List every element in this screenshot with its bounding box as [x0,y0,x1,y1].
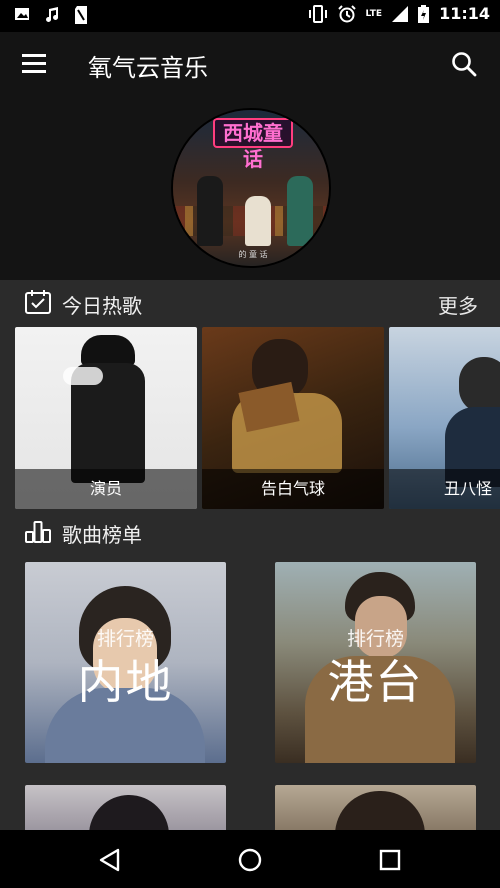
chart-name: 港台 [327,655,424,709]
hot-song-card[interactable]: 丑八怪（《 [389,327,500,509]
chart-card-mainland[interactable]: 排行榜 内地 [25,562,226,763]
hot-songs-title: 今日热歌 [62,294,142,318]
home-circle-icon[interactable] [236,846,264,874]
image-icon [15,8,29,20]
recents-square-icon[interactable] [376,846,404,874]
search-button[interactable] [450,50,478,78]
network-type: LTE [365,8,383,19]
navigation-bar [0,830,500,888]
now-playing-hero: 西城童话 的 童 话 [0,94,500,280]
portrait-figure [459,357,500,413]
status-bar: LTE 11:14 [0,0,500,32]
hamburger-menu-icon [22,54,48,73]
signal-icon [392,5,409,22]
search-icon [452,52,477,77]
hot-song-card[interactable]: 告白气球 [202,327,384,509]
sd-card-icon [75,6,87,24]
battery-icon [418,4,430,23]
status-left-icons [14,6,88,24]
hot-song-label: 丑八怪（《 [389,469,500,509]
album-neon-sign: 西城童话 [213,118,293,171]
hot-song-label: 演员 [15,469,197,509]
album-figure-left [197,176,223,246]
back-triangle-icon[interactable] [96,846,124,874]
alarm-icon [337,4,356,22]
app-title: 氧气云音乐 [88,54,208,82]
music-note-icon [46,7,59,22]
smoke [63,367,103,385]
chart-card-hk-tw[interactable]: 排行榜 港台 [275,562,476,763]
album-figure-right [287,176,313,246]
bar-chart-icon [25,521,51,543]
hot-songs-list: 演员 告白气球 丑八怪（《 [0,327,500,509]
calendar-check-icon [25,290,51,314]
charts-title: 歌曲榜单 [62,523,142,547]
charts-header: 歌曲榜单 [0,509,500,553]
hat-figure [81,335,135,365]
album-figure-center [245,196,271,246]
album-caption: 的 童 话 [238,250,268,259]
hot-songs-header: 今日热歌 更多 [0,280,500,324]
chart-name: 内地 [77,655,174,709]
status-right-icons: LTE 11:14 [308,4,490,23]
clock: 11:14 [439,4,490,23]
hot-song-card[interactable]: 演员 [15,327,197,509]
app-bar: 氧气云音乐 [0,32,500,94]
hot-song-label: 告白气球 [202,469,384,509]
menu-button[interactable] [22,54,48,74]
more-link[interactable]: 更多 [438,290,478,319]
album-disc[interactable]: 西城童话 的 童 话 [171,108,331,268]
vibrate-icon [308,4,327,23]
